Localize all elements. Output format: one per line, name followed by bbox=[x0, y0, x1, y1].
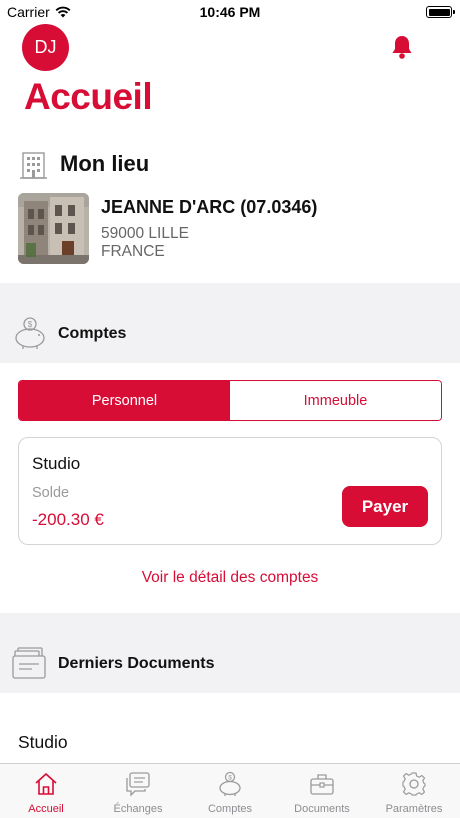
tab-accueil[interactable]: Accueil bbox=[0, 764, 92, 818]
tab-parametres[interactable]: Paramètres bbox=[368, 764, 460, 818]
accounts-segmented-control: Personnel Immeuble bbox=[18, 380, 442, 421]
svg-text:$: $ bbox=[228, 775, 232, 782]
account-title: Studio bbox=[32, 454, 81, 473]
page-title: Accueil bbox=[24, 76, 153, 117]
place-city: 59000 LILLE bbox=[101, 225, 189, 242]
place-section-title: Mon lieu bbox=[60, 151, 150, 176]
accounts-detail-link[interactable]: Voir le détail des comptes bbox=[0, 569, 460, 587]
tab-personnel[interactable]: Personnel bbox=[19, 381, 230, 420]
tab-label: Accueil bbox=[28, 803, 64, 815]
gear-icon bbox=[402, 772, 426, 796]
status-time: 10:46 PM bbox=[199, 4, 261, 20]
tab-label: Paramètres bbox=[385, 803, 443, 815]
home-icon bbox=[35, 773, 57, 795]
tab-bar: Accueil Échanges $ Comptes Documents Par… bbox=[0, 763, 460, 818]
briefcase-icon bbox=[310, 774, 334, 795]
balance-label: Solde bbox=[32, 485, 70, 501]
svg-text:$: $ bbox=[28, 320, 33, 329]
tab-comptes[interactable]: $ Comptes bbox=[184, 764, 276, 818]
balance-value: -200.30 € bbox=[32, 510, 104, 529]
messages-icon bbox=[126, 772, 150, 797]
bell-icon[interactable] bbox=[390, 34, 414, 60]
avatar[interactable]: DJ bbox=[22, 24, 69, 71]
tab-label: Échanges bbox=[113, 803, 163, 815]
piggy-bank-icon: $ bbox=[219, 771, 241, 796]
account-card[interactable]: Studio Solde -200.30 € Payer bbox=[18, 437, 442, 545]
avatar-initials: DJ bbox=[34, 37, 57, 57]
place-country: FRANCE bbox=[101, 243, 165, 260]
documents-icon bbox=[12, 647, 46, 679]
tab-label: Documents bbox=[294, 803, 350, 815]
tab-documents[interactable]: Documents bbox=[276, 764, 368, 818]
accounts-header-band bbox=[0, 283, 460, 363]
documents-section-title: Derniers Documents bbox=[58, 655, 215, 672]
place-name[interactable]: JEANNE D'ARC (07.0346) bbox=[101, 197, 317, 218]
documents-header-band bbox=[0, 613, 460, 693]
accounts-section-title: Comptes bbox=[58, 325, 127, 342]
battery-icon bbox=[426, 6, 455, 18]
tab-immeuble[interactable]: Immeuble bbox=[230, 381, 441, 420]
tab-label: Comptes bbox=[207, 803, 253, 815]
document-item-title[interactable]: Studio bbox=[18, 732, 68, 753]
piggy-bank-icon: $ bbox=[15, 317, 45, 349]
building-icon bbox=[20, 152, 47, 179]
pay-button[interactable]: Payer bbox=[342, 486, 428, 527]
status-bar: Carrier 10:46 PM bbox=[0, 0, 460, 24]
building-photo bbox=[18, 193, 89, 264]
tab-echanges[interactable]: Échanges bbox=[92, 764, 184, 818]
